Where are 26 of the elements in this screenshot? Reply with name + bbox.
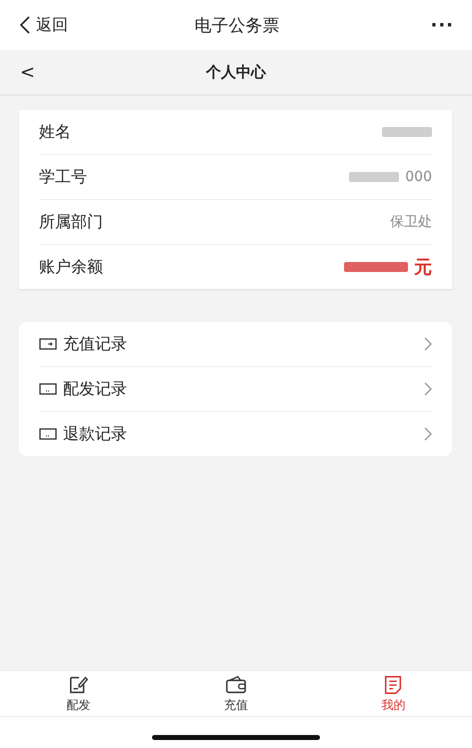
tab[interactable]: 我的 <box>314 671 472 716</box>
field-label: 学工号 <box>39 166 87 188</box>
chevron-icon <box>424 382 432 396</box>
page-title: 电子公务票 <box>194 14 280 36</box>
chevron-icon <box>424 427 432 441</box>
field-label: 姓名 <box>39 122 71 142</box>
field-value: 000 <box>405 169 432 185</box>
field-label: 所属部门 <box>39 212 103 232</box>
more-button[interactable]: ··· <box>364 14 454 36</box>
wallet-icon <box>224 674 247 696</box>
field-label: 账户余额 <box>39 256 103 278</box>
chevron-icon <box>424 337 432 351</box>
field-value: 保卫处 <box>390 213 432 231</box>
back-button[interactable]: < <box>20 62 60 82</box>
card-icon <box>39 338 57 350</box>
tab[interactable]: 充值 <box>157 671 315 716</box>
card-icon <box>39 383 57 395</box>
menu-item[interactable]: 退款记录 <box>39 412 432 456</box>
menu-item[interactable]: 充值记录 <box>39 322 432 367</box>
back-button[interactable]: 返回 <box>20 14 110 36</box>
menu-item[interactable]: 配发记录 <box>39 367 432 412</box>
section-title: 个人中心 <box>204 62 268 82</box>
card-icon <box>39 428 57 440</box>
tab[interactable]: 配发 <box>0 671 158 716</box>
back-icon <box>20 16 30 34</box>
balance-value: 元 <box>414 256 432 279</box>
